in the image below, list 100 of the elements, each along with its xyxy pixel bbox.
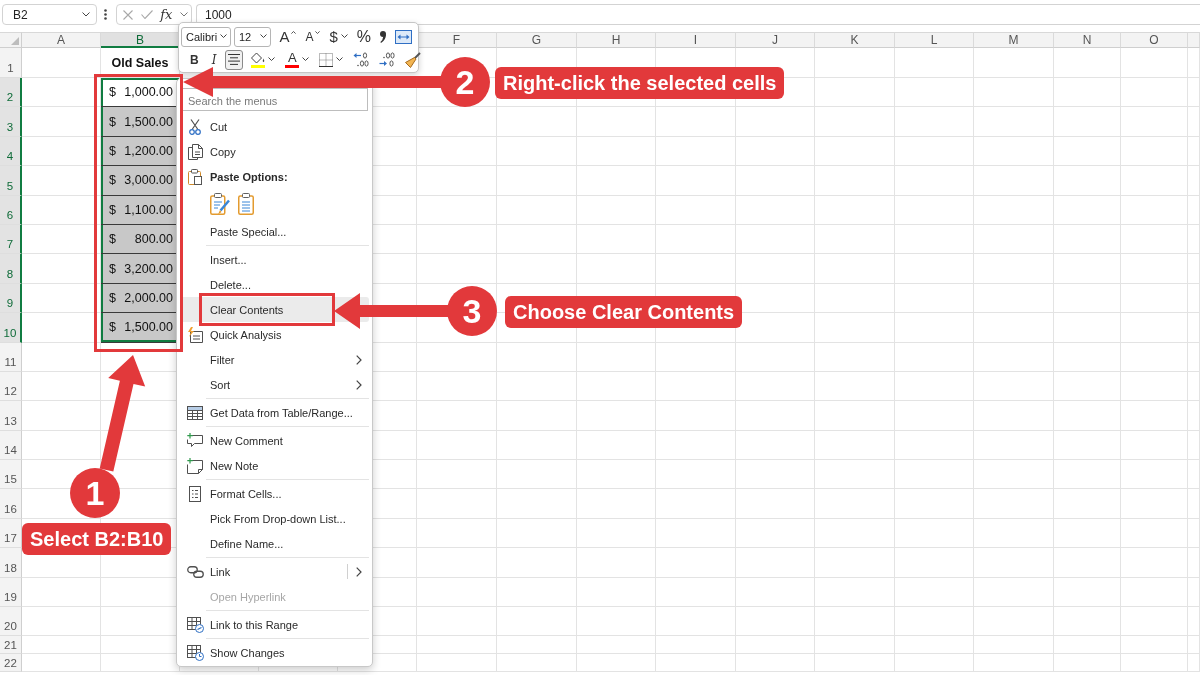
table-cell [1054,636,1121,655]
table-cell [1121,342,1188,372]
column-header[interactable]: F [417,32,497,48]
row-header[interactable]: 15 [0,460,22,490]
column-header[interactable]: L [895,32,974,48]
menu-item[interactable]: Filter [180,347,369,372]
row-header[interactable]: 2 [0,78,22,108]
caret-up-icon [291,30,297,34]
column-header[interactable]: H [577,32,656,48]
column-header[interactable]: I [656,32,736,48]
row-header[interactable]: 3 [0,107,22,137]
menu-item[interactable]: Pick From Drop-down List... [180,506,369,531]
table-cell [1188,107,1200,137]
menu-item[interactable]: Get Data from Table/Range... [180,400,369,425]
menu-item[interactable]: Sort [180,372,369,397]
table-cell [1188,401,1200,431]
shrink-font-button[interactable]: A [302,26,324,47]
table-cell [1054,107,1121,137]
callout-label: Select B2:B10 [22,523,172,555]
table-cell [1121,577,1188,608]
name-box[interactable]: B2 [2,4,97,25]
column-header[interactable]: A [22,32,101,48]
row-header[interactable]: 5 [0,166,22,196]
table-cell [1188,166,1200,196]
column-header[interactable]: G [497,32,577,48]
row-header[interactable]: 21 [0,636,22,655]
caret-down-icon [315,30,321,34]
caret-icon [260,34,268,39]
row-header[interactable]: 10 [0,313,22,343]
menu-item[interactable]: Paste Special... [180,219,369,244]
align-center-button[interactable] [225,49,244,70]
table-cell [1054,283,1121,314]
menu-item[interactable]: Define Name... [180,531,369,556]
table-cell [1054,254,1121,284]
menu-item[interactable]: Show Changes [180,640,369,665]
row-header[interactable]: 7 [0,224,22,255]
row-header[interactable]: 20 [0,607,22,637]
row-header[interactable]: 4 [0,136,22,167]
caret-icon[interactable] [180,12,188,17]
menu-item[interactable]: Cut [180,114,369,139]
row-header[interactable]: 12 [0,371,22,402]
menu-item[interactable]: Insert... [180,247,369,272]
table-cell [1121,48,1188,78]
column-header[interactable]: M [974,32,1054,48]
row-header[interactable]: 1 [0,48,22,78]
grow-font-button[interactable]: A [276,26,300,47]
menu-item[interactable]: Delete... [180,272,369,297]
table-cell [1054,518,1121,549]
italic-button[interactable]: I [206,49,222,70]
menu-item[interactable]: Copy [180,139,369,164]
scissors-icon [189,118,201,135]
cell-value: 1,200.00 [124,143,173,158]
bold-button[interactable]: B [186,49,203,70]
row-header[interactable]: 14 [0,430,22,461]
row-header[interactable]: 22 [0,654,22,673]
column-header[interactable]: J [736,32,815,48]
fill-bucket-icon [250,51,266,64]
chevron-right-icon [356,566,362,577]
table-cell [1054,430,1121,461]
row-header[interactable]: 19 [0,577,22,608]
menu-item[interactable]: Link [180,559,369,584]
menu-item[interactable]: Link to this Range [180,612,369,637]
clipboard-icon[interactable] [238,193,254,215]
percent-style-button[interactable]: % [353,26,374,47]
font-dropdown[interactable]: Calibri [181,26,231,47]
check-icon[interactable] [140,10,153,19]
column-header[interactable]: O [1121,32,1188,48]
row-header[interactable]: 17 [0,518,22,549]
table-lightning-icon [187,326,203,343]
table-cell [1054,195,1121,225]
menu-item[interactable]: Quick Analysis [180,322,369,347]
table-cell [1054,78,1121,108]
row-header[interactable]: 18 [0,548,22,578]
font-color-button[interactable]: A [282,49,313,70]
chevron-right-icon [356,354,362,365]
menu-item[interactable]: Format Cells... [180,481,369,506]
column-header[interactable]: B [101,32,180,48]
table-cell [1188,342,1200,372]
row-header[interactable]: 8 [0,254,22,284]
row-header[interactable]: 11 [0,342,22,372]
column-header[interactable]: K [815,32,895,48]
table-cell [1121,489,1188,519]
menu-item[interactable]: New Note [180,453,369,478]
align-center-icon [228,54,241,65]
row-header[interactable]: 9 [0,283,22,314]
currency-format-button[interactable]: $ [326,26,351,47]
borders-icon [319,52,334,67]
row-header[interactable]: 16 [0,489,22,519]
font-size-dropdown[interactable]: 12 [233,26,272,47]
row-header[interactable]: 6 [0,195,22,225]
vertical-dots-icon[interactable] [104,9,107,20]
table-cell [1054,224,1121,255]
menu-item[interactable]: New Comment [180,428,369,453]
table-cell [1121,136,1188,167]
merge-center-icon [395,29,412,44]
insert-function-button[interactable]: fx [160,8,173,21]
row-header[interactable]: 13 [0,401,22,431]
clipboard-brush-icon[interactable] [210,193,230,215]
table-cell [1188,371,1200,402]
column-header[interactable]: N [1054,32,1121,48]
